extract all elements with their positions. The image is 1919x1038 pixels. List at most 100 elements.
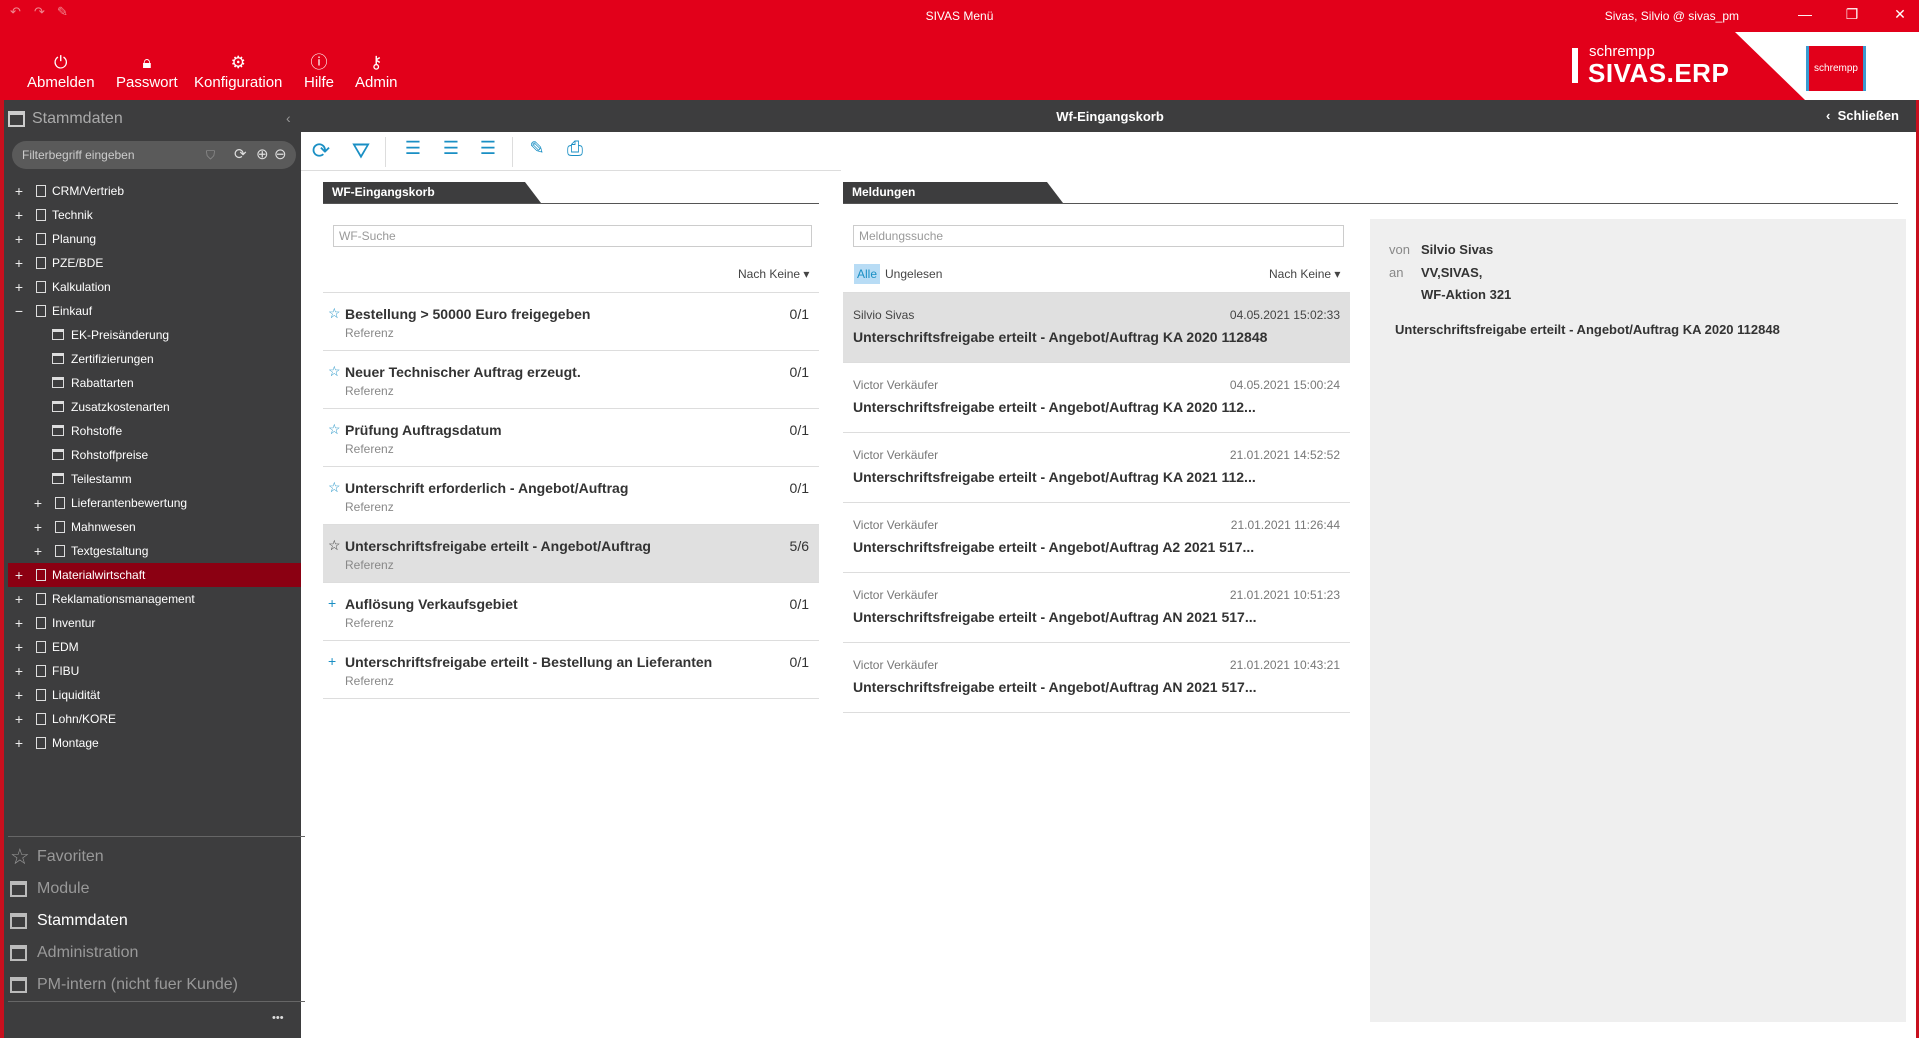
wf-row[interactable]: + Unterschriftsfreigabe erteilt - Bestell… xyxy=(323,640,819,698)
expand-icon[interactable]: + xyxy=(12,611,26,635)
nav-passwort[interactable]: 🔒︎ Passwort xyxy=(116,52,178,91)
expand-icon[interactable]: + xyxy=(31,539,45,563)
tree-item[interactable]: + Textgestaltung xyxy=(8,539,301,563)
wf-row[interactable]: ☆ Neuer Technischer Auftrag erzeugt. Refer… xyxy=(323,350,819,408)
expand-icon[interactable]: + xyxy=(12,635,26,659)
message-row[interactable]: Victor Verkäufer 21.01.2021 14:52:52 Unter… xyxy=(843,432,1350,502)
star-icon[interactable]: ☆ xyxy=(328,305,341,322)
expand-icon[interactable]: + xyxy=(12,659,26,683)
nav-admin[interactable]: ⚷ Admin xyxy=(355,52,398,91)
more-icon[interactable]: ••• xyxy=(272,1012,284,1024)
task-cancel-icon[interactable]: ☰ xyxy=(398,138,428,159)
tree-item[interactable]: Rabattarten xyxy=(8,371,301,395)
collapse-icon[interactable]: ‹ xyxy=(286,110,291,126)
wf-row[interactable]: ☆ Unterschriftsfreigabe erteilt - Angebot… xyxy=(323,524,819,582)
expand-icon[interactable]: + xyxy=(12,251,26,275)
refresh-icon[interactable]: ⟳ xyxy=(234,141,247,169)
tree-item[interactable]: + Mahnwesen xyxy=(8,515,301,539)
wf-sort-dropdown[interactable]: Nach Keine ▾ xyxy=(738,267,809,281)
tree-item[interactable]: + FIBU xyxy=(8,659,301,683)
bottom-nav-item[interactable]: Administration xyxy=(10,938,300,968)
task-list-icon[interactable]: ☰ xyxy=(473,138,503,159)
task-done-icon[interactable]: ☰ xyxy=(436,138,466,159)
filter-all-button[interactable]: Alle xyxy=(854,264,881,284)
tree-item[interactable]: Rohstoffe xyxy=(8,419,301,443)
tree-item[interactable]: + Lohn/KORE xyxy=(8,707,301,731)
print-icon[interactable]: ⎙ xyxy=(560,138,590,161)
wf-row[interactable]: ☆ Bestellung > 50000 Euro freigegeben Refe… xyxy=(323,292,819,350)
bottom-nav-item[interactable]: ☆ Favoriten xyxy=(10,842,300,872)
nav-konfiguration[interactable]: ⚙ Konfiguration xyxy=(194,52,282,91)
redo-icon[interactable]: ↷ xyxy=(34,4,45,20)
clear-filter-icon[interactable]: ⛛ xyxy=(346,138,376,164)
wf-row[interactable]: ☆ Unterschrift erforderlich - Angebot/Auf… xyxy=(323,466,819,524)
restore-button[interactable]: ❐ xyxy=(1837,6,1867,23)
tree-item[interactable]: + Planung xyxy=(8,227,301,251)
plus-icon[interactable]: + xyxy=(328,653,336,669)
expand-all-icon[interactable]: ⊕ xyxy=(256,141,269,169)
undo-icon[interactable]: ↶ xyxy=(10,4,21,20)
filter-unread-button[interactable]: Ungelesen xyxy=(885,267,942,281)
meldungen-tab[interactable]: Meldungen xyxy=(843,182,1063,203)
wf-tab[interactable]: WF-Eingangskorb xyxy=(323,182,541,203)
tree-item[interactable]: Rohstoffpreise xyxy=(8,443,301,467)
filter-icon[interactable]: ⛉ xyxy=(206,141,215,169)
wf-row[interactable]: + Auflösung Verkaufsgebiet Referenz 0/1 xyxy=(323,582,819,640)
star-icon[interactable]: ☆ xyxy=(328,363,341,380)
message-row[interactable]: Victor Verkäufer 04.05.2021 15:00:24 Unter… xyxy=(843,362,1350,432)
task-edit-icon[interactable]: ✎ xyxy=(522,138,552,159)
expand-icon[interactable]: + xyxy=(31,515,45,539)
expand-icon[interactable]: + xyxy=(12,203,26,227)
star-icon[interactable]: ☆ xyxy=(328,479,341,496)
collapse-icon[interactable]: − xyxy=(12,299,26,323)
tree-item[interactable]: + Kalkulation xyxy=(8,275,301,299)
tree-item[interactable]: Zusatzkostenarten xyxy=(8,395,301,419)
star-icon[interactable]: ☆ xyxy=(328,421,341,438)
wf-search-input[interactable]: WF-Suche xyxy=(333,225,812,247)
tree-item[interactable]: + Materialwirtschaft xyxy=(8,563,301,587)
expand-icon[interactable]: + xyxy=(12,227,26,251)
plus-icon[interactable]: + xyxy=(328,595,336,611)
tree-item[interactable]: + CRM/Vertrieb xyxy=(8,179,301,203)
filter-input[interactable]: Filterbegriff eingeben ⛉ ⟳ ⊕ ⊖ xyxy=(12,141,296,169)
bottom-nav-item[interactable]: PM-intern (nicht fuer Kunde) xyxy=(10,970,300,1000)
tree-item[interactable]: + Liquidität xyxy=(8,683,301,707)
tree-item[interactable]: + Lieferantenbewertung xyxy=(8,491,301,515)
expand-icon[interactable]: + xyxy=(12,707,26,731)
close-button[interactable]: ‹ Schließen xyxy=(1826,108,1899,123)
bottom-nav-item[interactable]: Module xyxy=(10,874,300,904)
minimize-button[interactable]: — xyxy=(1790,6,1820,22)
tree-item[interactable]: + Montage xyxy=(8,731,301,755)
expand-icon[interactable]: + xyxy=(12,683,26,707)
wf-row[interactable]: ☆ Prüfung Auftragsdatum Referenz 0/1 xyxy=(323,408,819,466)
star-icon[interactable]: ☆ xyxy=(328,537,341,554)
nav-hilfe[interactable]: ⓘ Hilfe xyxy=(304,52,334,91)
tree-item[interactable]: + EDM xyxy=(8,635,301,659)
nav-abmelden[interactable]: ⏻ Abmelden xyxy=(27,52,95,91)
refresh-icon[interactable]: ⟳ xyxy=(306,138,336,164)
bottom-nav-item[interactable]: Stammdaten xyxy=(10,906,300,936)
expand-icon[interactable]: + xyxy=(12,179,26,203)
tree-item[interactable]: Teilestamm xyxy=(8,467,301,491)
collapse-all-icon[interactable]: ⊖ xyxy=(274,141,287,169)
message-row[interactable]: Victor Verkäufer 21.01.2021 10:51:23 Unter… xyxy=(843,572,1350,642)
tree-item[interactable]: + Reklamationsmanagement xyxy=(8,587,301,611)
message-row[interactable]: Victor Verkäufer 21.01.2021 11:26:44 Unter… xyxy=(843,502,1350,572)
tree-item[interactable]: + Technik xyxy=(8,203,301,227)
expand-icon[interactable]: + xyxy=(12,563,26,587)
message-row[interactable]: Silvio Sivas 04.05.2021 15:02:33 Unterschr… xyxy=(843,292,1350,362)
tree-item[interactable]: + Inventur xyxy=(8,611,301,635)
expand-icon[interactable]: + xyxy=(31,491,45,515)
msg-search-input[interactable]: Meldungssuche xyxy=(853,225,1344,247)
pencil-icon[interactable]: ✎ xyxy=(57,4,68,20)
expand-icon[interactable]: + xyxy=(12,731,26,755)
tree-item[interactable]: EK-Preisänderung xyxy=(8,323,301,347)
message-row[interactable]: Victor Verkäufer 21.01.2021 10:43:21 Unter… xyxy=(843,642,1350,712)
close-window-button[interactable]: ✕ xyxy=(1885,6,1915,23)
tree-item[interactable]: Zertifizierungen xyxy=(8,347,301,371)
msg-sort-dropdown[interactable]: Nach Keine ▾ xyxy=(1269,267,1340,281)
tree-item[interactable]: − Einkauf xyxy=(8,299,301,323)
expand-icon[interactable]: + xyxy=(12,587,26,611)
expand-icon[interactable]: + xyxy=(12,275,26,299)
tree-item[interactable]: + PZE/BDE xyxy=(8,251,301,275)
